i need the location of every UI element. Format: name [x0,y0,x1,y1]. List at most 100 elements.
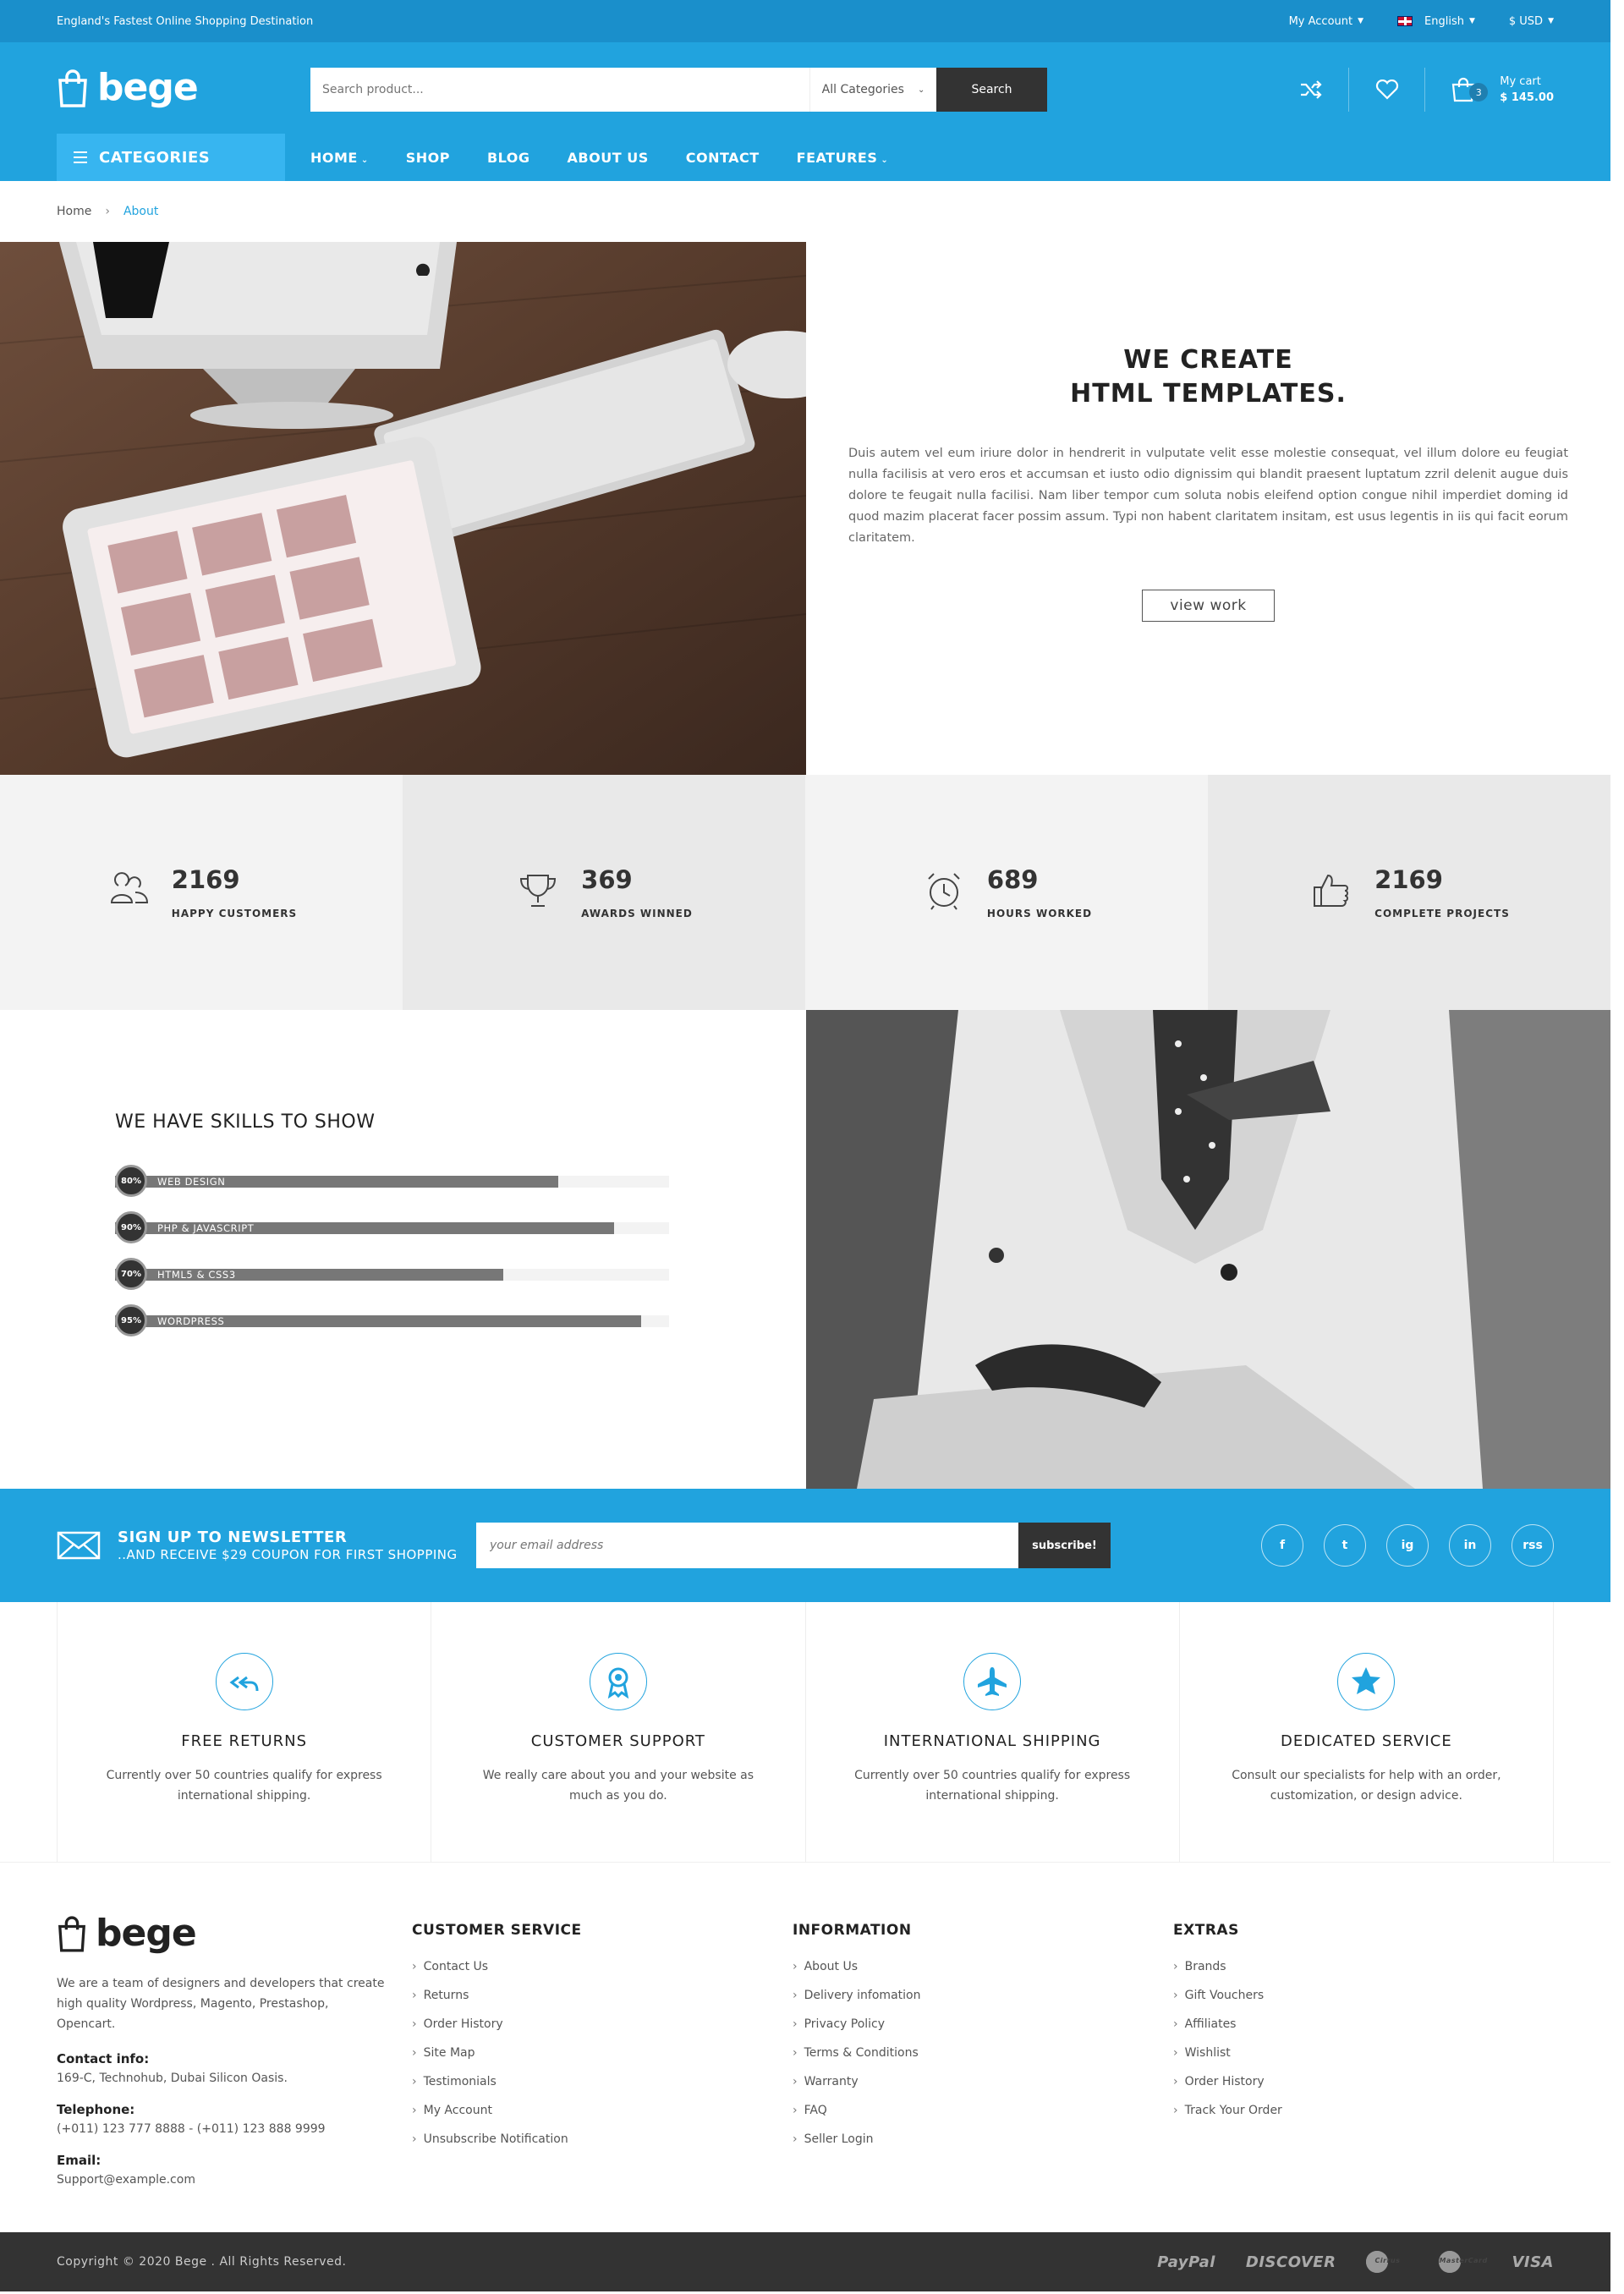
skill-percent-badge: 70% [115,1258,147,1290]
heart-icon [1375,80,1398,100]
copyright-text: Copyright © 2020 Bege . All Rights Reser… [57,2255,347,2269]
tagline: England's Fastest Online Shopping Destin… [57,14,314,28]
breadcrumb-home[interactable]: Home [57,205,91,218]
wishlist-button[interactable] [1349,68,1426,112]
footer-link[interactable]: Terms & Conditions [793,2039,1173,2067]
nav-item-contact[interactable]: CONTACT [686,150,760,166]
nav-item-home[interactable]: HOME ⌄ [310,150,369,166]
footer-link[interactable]: FAQ [793,2096,1173,2125]
businessman-illustration [806,1010,1610,1489]
counter-value: 2169 [1374,865,1443,894]
skill-name: PHP & JAVASCRIPT [157,1222,255,1234]
instagram-icon[interactable]: ig [1386,1524,1429,1567]
linkedin-icon[interactable]: in [1449,1524,1491,1567]
nav-item-shop[interactable]: SHOP [406,150,450,166]
service-text: Currently over 50 countries qualify for … [106,1769,382,1803]
alarm-clock-icon [921,870,967,914]
cart-label: My cart [1500,75,1541,88]
footer-about: We are a team of designers and developer… [57,1977,385,2031]
cart-button[interactable]: 3 My cart $ 145.00 [1425,74,1554,106]
discover-icon: DISCOVER [1245,2253,1336,2271]
twitter-icon[interactable]: t [1324,1524,1366,1567]
currency-dropdown[interactable]: $ USD ▼ [1509,15,1554,28]
newsletter-email-input[interactable] [476,1523,1018,1568]
facebook-icon[interactable]: f [1261,1524,1303,1567]
users-icon [106,870,151,914]
counter-label: HAPPY CUSTOMERS [171,908,298,919]
subscribe-button[interactable]: subscribe! [1018,1523,1111,1568]
award-ribbon-icon [589,1653,647,1710]
service-customer-support: CUSTOMER SUPPORT We really care about you… [431,1602,806,1862]
skill-name: HTML5 & CSS3 [157,1269,236,1281]
compare-button[interactable] [1273,68,1350,112]
envelope-icon [57,1531,101,1560]
cirrus-label: Cirrus [1374,2257,1401,2264]
chevron-right-icon: › [105,205,110,218]
footer-logo[interactable]: bege [57,1912,387,1955]
desk-scene-illustration [0,242,806,775]
currency-label: $ USD [1508,14,1544,28]
skill-percent-badge: 80% [115,1165,147,1197]
footer-column-extras: EXTRAS BrandsGift VouchersAffiliatesWishl… [1173,1912,1554,2232]
rss-icon[interactable]: rss [1512,1524,1554,1567]
skill-bar: 80% WEB DESIGN [115,1165,669,1197]
logo[interactable]: bege [57,66,199,109]
return-arrow-icon [215,1653,273,1710]
hero-title: WE CREATE HTML TEMPLATES. [848,343,1568,411]
chevron-down-icon: ⌄ [360,155,369,165]
services-section: FREE RETURNS Currently over 50 countries … [0,1602,1610,1863]
footer-link[interactable]: Track Your Order [1173,2096,1554,2125]
footer-link[interactable]: Privacy Policy [793,2010,1173,2039]
nav-item-label: CONTACT [685,149,760,166]
paypal-icon: PayPal [1157,2253,1215,2271]
cirrus-icon: Cirrus [1366,2249,1408,2275]
footer-link[interactable]: Order History [1173,2067,1554,2096]
footer-link[interactable]: Warranty [793,2067,1173,2096]
categories-button[interactable]: CATEGORIES [57,134,285,181]
nav-item-blog[interactable]: BLOG [487,150,530,166]
language-dropdown[interactable]: English ▼ [1397,15,1475,28]
service-text: Consult our specialists for help with an… [1232,1769,1501,1803]
counter-value: 2169 [171,865,240,894]
footer-link[interactable]: Testimonials [412,2067,793,2096]
service-free-returns: FREE RETURNS Currently over 50 countries … [58,1602,432,1862]
footer-link[interactable]: Returns [412,1981,793,2010]
skill-name: WORDPRESS [157,1315,225,1327]
footer-link[interactable]: Order History [412,2010,793,2039]
main-nav: CATEGORIES HOME ⌄ SHOP BLOG ABOUT US CONTACT F… [57,134,1554,181]
skill-bar: 90% PHP & JAVASCRIPT [115,1211,669,1243]
telephone-label: Telephone: [57,2102,135,2117]
footer-link[interactable]: Seller Login [793,2125,1173,2154]
visa-icon: VISA [1512,2253,1554,2271]
my-account-dropdown[interactable]: My Account ▼ [1289,15,1363,28]
view-work-button[interactable]: view work [1142,590,1275,622]
email-value[interactable]: Support@example.com [57,2173,387,2187]
skill-bar: 95% WORDPRESS [115,1304,669,1336]
footer-link[interactable]: My Account [412,2096,793,2125]
counter-label: AWARDS WINNED [581,908,693,919]
cart-count-badge: 3 [1469,83,1489,102]
footer-link[interactable]: Brands [1173,1952,1554,1981]
search-button[interactable]: Search [936,68,1047,112]
nav-item-about-us[interactable]: ABOUT US [568,150,649,166]
footer-link[interactable]: Site Map [412,2039,793,2067]
chevron-down-icon: ⌄ [917,85,925,95]
footer-column-title: INFORMATION [793,1922,912,1939]
service-text: We really care about you and your websit… [482,1769,754,1803]
top-bar: England's Fastest Online Shopping Destin… [0,0,1610,42]
footer-link[interactable]: About Us [793,1952,1173,1981]
mastercard-icon: MasterCard [1439,2249,1487,2275]
category-select[interactable]: All Categories ⌄ [809,68,936,112]
footer-link[interactable]: Wishlist [1173,2039,1554,2067]
footer-link[interactable]: Affiliates [1173,2010,1554,2039]
search-input[interactable] [310,68,809,112]
skills-title: WE HAVE SKILLS TO SHOW [115,1111,376,1133]
footer-link[interactable]: Delivery infomation [793,1981,1173,2010]
footer-link[interactable]: Gift Vouchers [1173,1981,1554,2010]
breadcrumb-current: About [123,205,159,218]
footer-link[interactable]: Contact Us [412,1952,793,1981]
businessman-laptop-photo [806,1010,1610,1489]
hero-body: Duis autem vel eum iriure dolor in hendr… [848,447,1568,545]
nav-item-features[interactable]: FEATURES ⌄ [797,150,889,166]
footer-link[interactable]: Unsubscribe Notification [412,2125,793,2154]
